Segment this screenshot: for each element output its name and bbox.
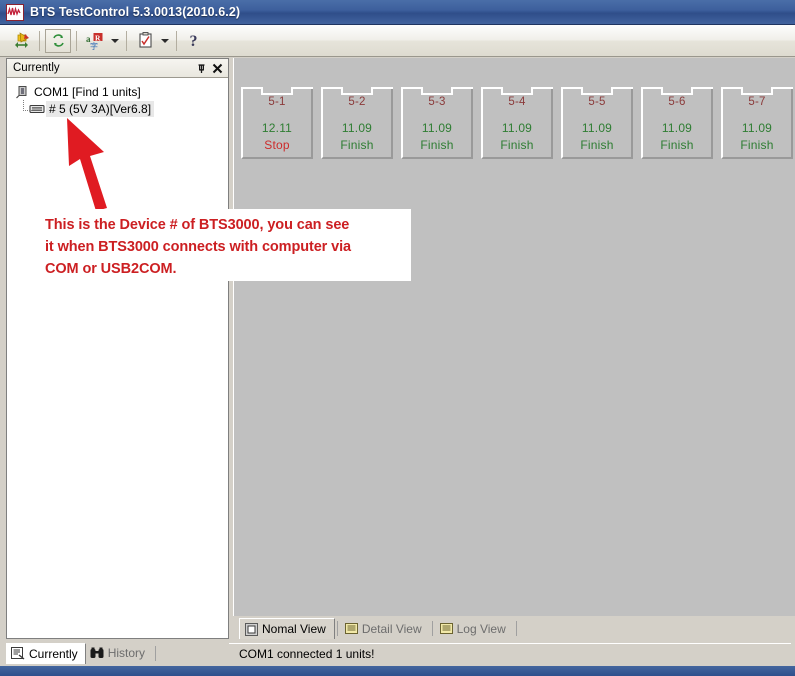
normal-view-icon [245,622,258,636]
channel-value: 12.11 [261,121,293,135]
title-bar: BTS TestControl 5.3.0013(2010.6.2) [0,0,795,25]
channel-state: Finish [340,138,374,152]
dock-tab-bar: Currently History [0,640,229,666]
channel-state: Finish [660,138,694,152]
tree-node-device-5[interactable]: # 5 (5V 3A)[Ver6.8] [7,100,228,117]
channel-state: Finish [420,138,454,152]
tree-node-com1-label: COM1 [Find 1 units] [34,84,141,99]
status-message: COM1 connected 1 units! [239,646,375,661]
refresh-button[interactable] [45,28,71,53]
channel-card[interactable]: 5-4 11.09 Finish [481,87,553,159]
dock-tab-currently[interactable]: Currently [6,642,86,664]
annotation-line-1: This is the Device # of BTS3000, you can… [45,217,350,233]
tree-connector-line [23,100,32,111]
annotation-line-3: COM or USB2COM. [45,261,177,278]
channel-value: 11.09 [581,121,613,135]
waveform-icon [6,3,24,21]
channel-value: 11.09 [501,121,533,135]
view-tab-divider [515,621,517,636]
view-tab-log-view[interactable]: Log View [434,618,514,639]
channel-card[interactable]: 5-6 11.09 Finish [641,87,713,159]
dock-tab-history[interactable]: History [86,643,152,664]
normal-view-client-area: 5-1 12.11 Stop 5-2 11.09 Finish 5-3 11.09 Finish… [233,58,795,616]
channel-state: Finish [500,138,534,152]
channel-card[interactable]: 5-2 11.09 Finish [321,87,393,159]
schedule-button[interactable] [132,29,158,53]
channel-id: 5-1 [268,96,286,108]
view-tab-label: Nomal View [262,622,326,636]
svg-text:R: R [95,33,101,42]
channel-state: Stop [264,138,290,152]
channel-value: 11.09 [421,121,453,135]
currently-dock-panel: Currently COM1 [Find 1 units] # 5 (5V 3A… [6,58,229,639]
view-tab-label: Detail View [361,621,422,636]
toolbar-separator [126,30,127,51]
channel-state: Finish [740,138,774,152]
panel-caption-title: Currently [13,62,60,74]
log-view-icon [439,622,453,635]
toolbar-separator [39,30,40,51]
com-port-icon [15,85,32,99]
language-dropdown-arrow[interactable] [108,30,121,52]
toolbar-separator [76,30,77,51]
channel-id: 5-2 [348,96,366,108]
detail-view-icon [344,622,358,635]
view-tab-nomal-view[interactable]: Nomal View [239,618,335,639]
toolbar-separator [176,30,177,51]
dock-tab-label: Currently [29,646,78,661]
dock-tab-label: History [107,646,146,660]
help-button[interactable]: ? [182,29,208,53]
channel-state: Finish [580,138,614,152]
channel-card[interactable]: 5-7 11.09 Finish [721,87,793,159]
channel-card-strip: 5-1 12.11 Stop 5-2 11.09 Finish 5-3 11.09 Finish… [241,87,795,159]
connect-device-button[interactable] [8,29,34,53]
channel-value: 11.09 [341,121,373,135]
channel-card[interactable]: 5-5 11.09 Finish [561,87,633,159]
channel-id: 5-7 [748,96,766,108]
channel-id: 5-4 [508,96,526,108]
annotation-callout: This is the Device # of BTS3000, you can… [41,209,411,281]
view-tab-divider [431,621,433,636]
channel-value: 11.09 [741,121,773,135]
channel-card[interactable]: 5-3 11.09 Finish [401,87,473,159]
channel-id: 5-3 [428,96,446,108]
language-button[interactable]: a R 字 [82,29,108,53]
view-tab-divider [336,621,338,636]
dock-tab-divider [155,645,157,661]
close-icon[interactable] [209,61,225,76]
tree-node-com1[interactable]: COM1 [Find 1 units] [7,83,228,100]
channel-id: 5-5 [588,96,606,108]
status-bar: COM1 connected 1 units! [229,643,791,663]
channel-id: 5-6 [668,96,686,108]
binoculars-icon [90,647,104,659]
window-bottom-edge [0,666,795,676]
pushpin-icon[interactable] [193,61,209,76]
channel-value: 11.09 [661,121,693,135]
tree-node-device-5-label: # 5 (5V 3A)[Ver6.8] [46,100,155,117]
svg-text:?: ? [190,33,198,49]
bottom-bar: Currently History COM1 connected 1 units! [0,640,795,666]
application-window: BTS TestControl 5.3.0013(2010.6.2) a R 字… [0,0,795,676]
panel-caption-bar: Currently [7,59,228,78]
window-title: BTS TestControl 5.3.0013(2010.6.2) [30,5,241,19]
toolbar: a R 字 ? [0,25,795,57]
view-tab-detail-view[interactable]: Detail View [339,618,430,639]
annotation-line-2: it when BTS3000 connects with computer v… [45,239,352,256]
channel-card[interactable]: 5-1 12.11 Stop [241,87,313,159]
device-tree[interactable]: COM1 [Find 1 units] # 5 (5V 3A)[Ver6.8] [7,78,228,638]
schedule-dropdown-arrow[interactable] [158,30,171,52]
currently-icon [11,647,25,660]
view-tab-label: Log View [456,621,506,636]
svg-text:字: 字 [90,41,98,50]
view-tab-bar: Nomal View Detail View Log View [233,616,795,639]
